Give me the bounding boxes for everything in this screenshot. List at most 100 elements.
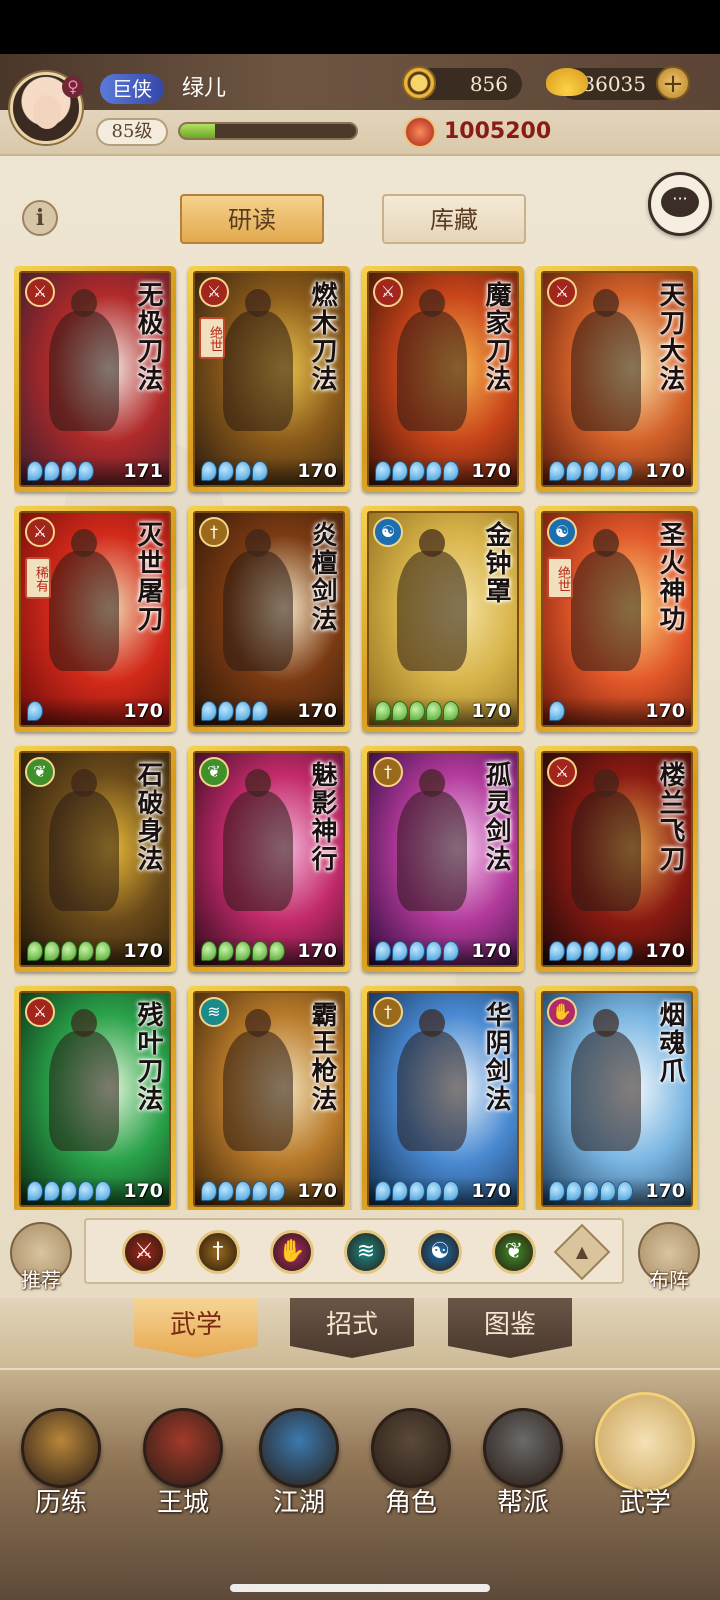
- nav-item-guild[interactable]: 帮派: [468, 1390, 578, 1520]
- star-drop-icon: [235, 1181, 251, 1201]
- martial-scroll-icon: [595, 1392, 695, 1492]
- martial-art-card[interactable]: ✋ 烟魂爪 170: [536, 986, 698, 1210]
- star-rating: [549, 461, 633, 481]
- tab-storage[interactable]: 库藏: [382, 194, 526, 244]
- nav-item-training[interactable]: 历练: [6, 1390, 116, 1520]
- star-drop-icon: [392, 461, 408, 481]
- martial-art-card[interactable]: † 孤灵剑法 170: [362, 746, 524, 972]
- star-drop-icon: [78, 461, 94, 481]
- martial-art-card[interactable]: ☯ 金钟罩 170: [362, 506, 524, 732]
- star-drop-icon: [566, 461, 582, 481]
- ingot-counter[interactable]: 36035 +: [546, 66, 690, 100]
- star-drop-icon: [409, 701, 425, 721]
- nav-label: 武学: [618, 1488, 671, 1518]
- rarity-tag: 绝世: [547, 557, 573, 599]
- rarity-tag: 稀有: [25, 557, 51, 599]
- formation-label: 布阵: [649, 1268, 689, 1292]
- martial-art-card[interactable]: ⚔ 楼兰飞刀 170: [536, 746, 698, 972]
- star-drop-icon: [61, 461, 77, 481]
- tab-study[interactable]: 研读: [180, 194, 324, 244]
- nav-label: 江湖: [272, 1488, 325, 1518]
- martial-art-card[interactable]: ⚔ 天刀大法 170: [536, 266, 698, 492]
- card-level: 170: [123, 1180, 163, 1202]
- star-rating: [201, 1181, 285, 1201]
- rarity-tag: 绝世: [199, 317, 225, 359]
- combat-power-icon: [404, 116, 436, 148]
- blade-icon: ⚔: [199, 277, 229, 307]
- leaf-filter-icon[interactable]: ❦: [492, 1230, 536, 1274]
- star-drop-icon: [375, 941, 391, 961]
- female-gender-icon: ♀: [62, 76, 84, 98]
- star-rating: [27, 461, 94, 481]
- yin-yang-icon: ☯: [547, 517, 577, 547]
- type-filter-bar: ⚔ † ✋ ≋ ☯ ❦ ▲: [84, 1218, 624, 1284]
- blade-filter-icon[interactable]: ⚔: [122, 1230, 166, 1274]
- nav-item-palace[interactable]: 王城: [128, 1390, 238, 1520]
- exp-fill: [180, 124, 216, 138]
- star-drop-icon: [235, 701, 251, 721]
- martial-art-card[interactable]: ⚔ 无极刀法 171: [14, 266, 176, 492]
- star-drop-icon: [375, 461, 391, 481]
- martial-art-card[interactable]: ❦ 魅影神行 170: [188, 746, 350, 972]
- star-drop-icon: [443, 941, 459, 961]
- collapse-arrow-icon[interactable]: ▲: [553, 1223, 611, 1281]
- star-drop-icon: [392, 941, 408, 961]
- martial-art-card[interactable]: ⚔ 绝世 燃木刀法 170: [188, 266, 350, 492]
- card-artwork: ☯ 绝世 圣火神功 170: [541, 511, 693, 727]
- martial-art-card[interactable]: † 华阴剑法 170: [362, 986, 524, 1210]
- star-rating: [27, 701, 43, 721]
- card-artwork: ❦ 石破身法 170: [19, 751, 171, 967]
- card-artwork: ⚔ 天刀大法 170: [541, 271, 693, 487]
- martial-art-card[interactable]: ⚔ 魔家刀法 170: [362, 266, 524, 492]
- add-ingot-button[interactable]: +: [656, 66, 690, 100]
- character-figure: [49, 289, 119, 431]
- section-tab-moves[interactable]: 招式: [290, 1298, 414, 1358]
- martial-art-card[interactable]: † 炎檀剑法 170: [188, 506, 350, 732]
- yin-yang-filter-icon[interactable]: ☯: [418, 1230, 462, 1274]
- star-drop-icon: [218, 1181, 234, 1201]
- coin-amount: 856: [469, 72, 508, 96]
- star-drop-icon: [78, 941, 94, 961]
- martial-art-card[interactable]: ☯ 绝世 圣火神功 170: [536, 506, 698, 732]
- coin-counter[interactable]: 856: [402, 66, 522, 100]
- section-tab-codex[interactable]: 图鉴: [448, 1298, 572, 1358]
- star-drop-icon: [617, 941, 633, 961]
- character-figure: [571, 769, 641, 911]
- star-drop-icon: [426, 701, 442, 721]
- martial-art-card[interactable]: ⚔ 残叶刀法 170: [14, 986, 176, 1210]
- card-level: 170: [471, 940, 511, 962]
- star-drop-icon: [252, 941, 268, 961]
- star-rating: [201, 941, 285, 961]
- nav-item-jianghu[interactable]: 江湖: [244, 1390, 354, 1520]
- star-drop-icon: [566, 1181, 582, 1201]
- ingot-amount: 36035: [582, 72, 646, 96]
- nav-item-martial-scroll[interactable]: 武学: [590, 1390, 700, 1520]
- card-artwork: ⚔ 绝世 燃木刀法 170: [193, 271, 345, 487]
- star-drop-icon: [549, 941, 565, 961]
- star-drop-icon: [566, 941, 582, 961]
- star-drop-icon: [44, 1181, 60, 1201]
- star-drop-icon: [27, 701, 43, 721]
- player-name: 绿儿: [182, 76, 227, 101]
- section-tab-martial-arts[interactable]: 武学: [134, 1298, 258, 1358]
- card-name: 华阴剑法: [481, 1001, 511, 1113]
- martial-art-card[interactable]: ≋ 霸王枪法 170: [188, 986, 350, 1210]
- jianghu-icon: [259, 1408, 339, 1488]
- info-button[interactable]: i: [22, 200, 58, 236]
- star-drop-icon: [409, 1181, 425, 1201]
- card-name: 霸王枪法: [307, 1001, 337, 1113]
- chat-button[interactable]: ···: [648, 172, 712, 236]
- star-rating: [549, 701, 565, 721]
- martial-art-card[interactable]: ⚔ 稀有 灭世屠刀 170: [14, 506, 176, 732]
- character-figure: [571, 289, 641, 431]
- sword-filter-icon[interactable]: †: [196, 1230, 240, 1274]
- fan-filter-icon[interactable]: ≋: [344, 1230, 388, 1274]
- claw-filter-icon[interactable]: ✋: [270, 1230, 314, 1274]
- nav-item-character[interactable]: 角色: [356, 1390, 466, 1520]
- martial-art-card[interactable]: ❦ 石破身法 170: [14, 746, 176, 972]
- sword-icon: †: [199, 517, 229, 547]
- character-figure: [397, 1009, 467, 1151]
- star-drop-icon: [583, 1181, 599, 1201]
- card-level: 170: [471, 460, 511, 482]
- star-drop-icon: [409, 941, 425, 961]
